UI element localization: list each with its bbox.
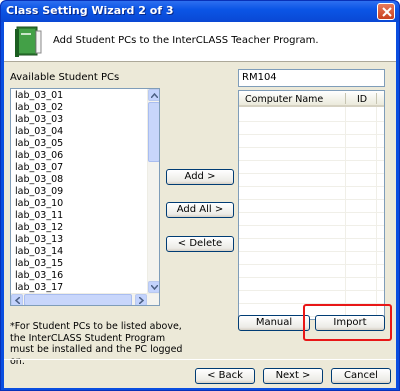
grid-row-line [239, 199, 384, 200]
scroll-left-arrow-icon [15, 297, 20, 304]
list-item[interactable]: lab_03_07 [14, 162, 144, 174]
room-name-input[interactable]: RM104 [238, 69, 385, 87]
column-divider[interactable] [345, 93, 346, 104]
grid-column-line [345, 107, 346, 319]
list-item[interactable]: lab_03_12 [14, 222, 144, 234]
delete-button[interactable]: < Delete [166, 236, 234, 252]
close-button[interactable] [377, 3, 395, 20]
grid-row-line [239, 134, 384, 135]
scroll-up-button[interactable] [148, 89, 159, 101]
vertical-scroll-thumb[interactable] [148, 102, 159, 162]
scroll-down-arrow-icon [151, 285, 158, 290]
manual-button[interactable]: Manual [238, 315, 310, 331]
footer-divider [4, 359, 396, 360]
grid-row-line [239, 277, 384, 278]
wizard-book-icon [15, 26, 42, 57]
grid-header: Computer Name ID [239, 91, 384, 107]
available-pcs-label: Available Student PCs [10, 72, 120, 83]
grid-row-line [239, 160, 384, 161]
title-bar[interactable]: Class Setting Wizard 2 of 3 [1, 1, 399, 22]
column-divider[interactable] [376, 93, 377, 104]
vertical-scrollbar[interactable] [147, 89, 159, 293]
window-title: Class Setting Wizard 2 of 3 [6, 4, 174, 17]
scroll-up-arrow-icon [151, 93, 158, 98]
grid-row-line [239, 212, 384, 213]
scroll-down-button[interactable] [148, 281, 159, 293]
column-id[interactable]: ID [357, 94, 367, 105]
scroll-right-arrow-icon [139, 297, 144, 304]
scroll-left-button[interactable] [11, 294, 23, 305]
list-item[interactable]: lab_03_03 [14, 114, 144, 126]
list-item[interactable]: lab_03_11 [14, 210, 144, 222]
wizard-window: Class Setting Wizard 2 of 3 Add Student … [0, 0, 400, 391]
list-item[interactable]: lab_03_10 [14, 198, 144, 210]
header-band: Add Student PCs to the InterCLASS Teache… [4, 22, 396, 62]
grid-column-line [376, 107, 377, 319]
list-item[interactable]: lab_03_05 [14, 138, 144, 150]
list-item[interactable]: lab_03_09 [14, 186, 144, 198]
add-all-button[interactable]: Add All > [166, 202, 234, 218]
grid-row-line [239, 147, 384, 148]
back-button[interactable]: < Back [195, 368, 255, 384]
add-button[interactable]: Add > [166, 169, 234, 185]
grid-row-line [239, 251, 384, 252]
next-button[interactable]: Next > [263, 368, 323, 384]
list-item[interactable]: lab_03_02 [14, 102, 144, 114]
close-icon [382, 7, 392, 17]
wizard-body: Add Student PCs to the InterCLASS Teache… [4, 22, 396, 388]
list-item[interactable]: lab_03_08 [14, 174, 144, 186]
cancel-button[interactable]: Cancel [331, 368, 391, 384]
column-computer-name[interactable]: Computer Name [245, 94, 323, 105]
grid-row-line [239, 238, 384, 239]
grid-row-line [239, 186, 384, 187]
horizontal-scroll-thumb[interactable] [24, 294, 132, 305]
available-pcs-items: lab_03_01 lab_03_02 lab_03_03 lab_03_04 lab_… [14, 90, 144, 305]
list-item[interactable]: lab_03_14 [14, 246, 144, 258]
horizontal-scrollbar[interactable] [11, 293, 159, 305]
grid-row-line [239, 173, 384, 174]
grid-row-line [239, 121, 384, 122]
grid-row-line [239, 225, 384, 226]
list-item[interactable]: lab_03_06 [14, 150, 144, 162]
footnote-text: *For Student PCs to be listed above, the… [10, 321, 183, 367]
list-item[interactable]: lab_03_01 [14, 90, 144, 102]
grid-row-line [239, 290, 384, 291]
scroll-right-button[interactable] [135, 294, 147, 305]
grid-row-line [239, 264, 384, 265]
available-pcs-list[interactable]: lab_03_01 lab_03_02 lab_03_03 lab_03_04 lab_… [10, 88, 160, 306]
import-highlight-box [303, 304, 392, 341]
list-item[interactable]: lab_03_13 [14, 234, 144, 246]
list-item[interactable]: lab_03_15 [14, 258, 144, 270]
list-item[interactable]: lab_03_04 [14, 126, 144, 138]
header-text: Add Student PCs to the InterCLASS Teache… [53, 35, 319, 46]
selected-pcs-grid[interactable]: Computer Name ID [238, 90, 385, 320]
list-item[interactable]: lab_03_16 [14, 270, 144, 282]
